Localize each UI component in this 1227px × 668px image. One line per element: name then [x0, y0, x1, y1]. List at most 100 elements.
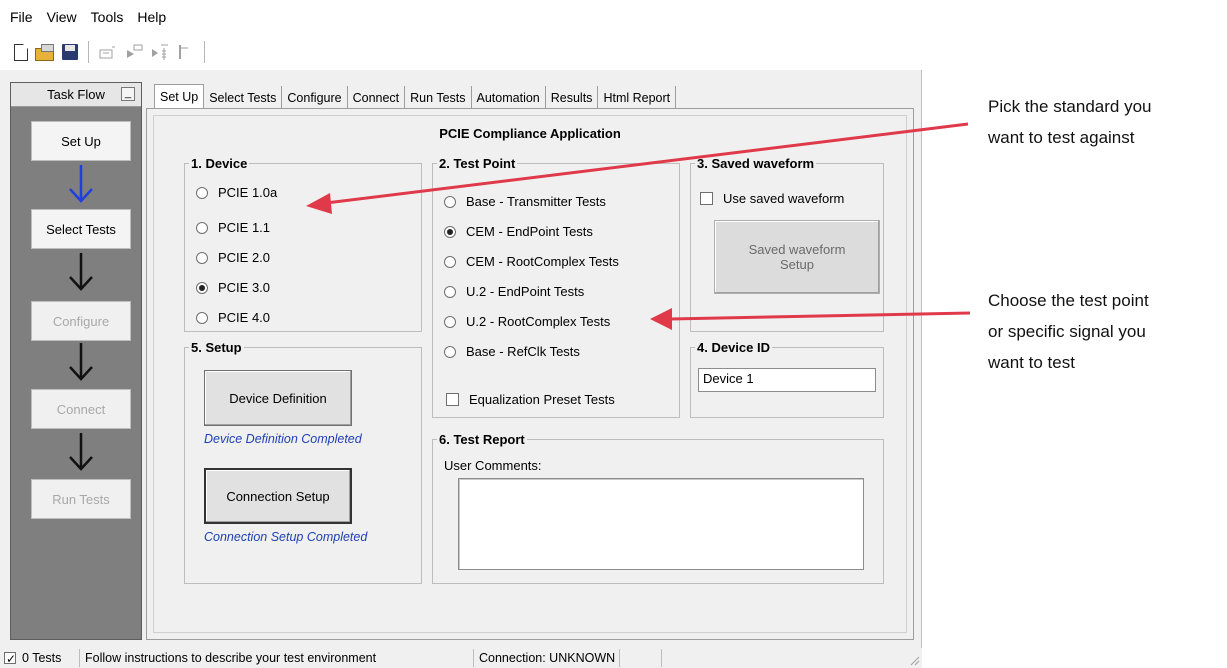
device-id-input[interactable]: Device 1	[698, 368, 876, 392]
test-point-option[interactable]: Base - RefClk Tests	[444, 344, 580, 359]
radio-button[interactable]	[444, 195, 456, 208]
status-message: Follow instructions to describe your tes…	[80, 649, 474, 667]
run-icon[interactable]	[98, 42, 118, 62]
app-window: File View Tools Help Task Flow _ Set Up	[0, 0, 922, 668]
test-point-option[interactable]: CEM - RootComplex Tests	[444, 254, 619, 269]
user-comments-textarea[interactable]	[458, 478, 864, 570]
menu-view[interactable]: View	[47, 7, 77, 27]
device-option-pcie-3-0[interactable]: PCIE 3.0	[196, 280, 270, 295]
radio-button[interactable]	[444, 285, 456, 298]
test-point-option[interactable]: U.2 - EndPoint Tests	[444, 284, 584, 299]
down-arrow-icon	[69, 253, 93, 291]
setup-tab-panel: PCIE Compliance Application 1. Device PC…	[146, 108, 914, 640]
radio-button[interactable]	[196, 221, 208, 234]
checkbox[interactable]	[446, 393, 459, 406]
radio-label: U.2 - EndPoint Tests	[466, 284, 585, 299]
device-definition-status: Device Definition Completed	[204, 432, 362, 446]
checkbox-label: Equalization Preset Tests	[469, 392, 615, 407]
toolbar-separator	[204, 41, 206, 63]
callout-line: want to test against	[988, 128, 1135, 147]
stop-icon[interactable]	[176, 42, 196, 62]
taskflow-step-set-up[interactable]: Set Up	[31, 121, 131, 161]
radio-label: PCIE 3.0	[218, 280, 271, 295]
radio-label: PCIE 1.1	[218, 220, 271, 235]
callout-line: or specific signal you	[988, 322, 1146, 341]
device-group: 1. Device	[184, 156, 422, 332]
radio-button[interactable]	[196, 186, 208, 199]
user-comments-label: User Comments:	[444, 458, 542, 473]
radio-label: U.2 - RootComplex Tests	[466, 314, 611, 329]
test-point-option[interactable]: Base - Transmitter Tests	[444, 194, 606, 209]
tab-run-tests[interactable]: Run Tests	[405, 86, 472, 110]
task-flow-title: Task Flow	[47, 87, 105, 102]
radio-button-selected[interactable]	[196, 281, 208, 294]
checkbox-checked[interactable]	[4, 650, 16, 668]
minimize-button[interactable]: _	[121, 87, 135, 101]
device-definition-button[interactable]: Device Definition	[204, 370, 352, 426]
saved-waveform-legend: 3. Saved waveform	[697, 156, 815, 171]
saved-waveform-setup-button[interactable]: Saved waveform Setup	[714, 220, 880, 294]
sequence-icon[interactable]	[150, 42, 170, 62]
test-point-legend: 2. Test Point	[439, 156, 516, 171]
tab-html-report[interactable]: Html Report	[598, 86, 677, 110]
callout-line: want to test	[988, 353, 1075, 372]
connection-setup-button[interactable]: Connection Setup	[204, 468, 352, 524]
radio-label: PCIE 1.0a	[218, 185, 278, 200]
checkbox[interactable]	[700, 192, 713, 205]
use-saved-waveform-checkbox[interactable]: Use saved waveform	[700, 191, 844, 206]
radio-button[interactable]	[196, 251, 208, 264]
device-option-pcie-4-0[interactable]: PCIE 4.0	[196, 310, 270, 325]
device-option-pcie-1-1[interactable]: PCIE 1.1	[196, 220, 270, 235]
radio-button[interactable]	[196, 311, 208, 324]
test-point-option[interactable]: U.2 - RootComplex Tests	[444, 314, 610, 329]
page-title: PCIE Compliance Application	[439, 126, 621, 141]
open-folder-icon[interactable]	[34, 42, 54, 62]
radio-label: CEM - RootComplex Tests	[466, 254, 619, 269]
device-option-pcie-2-0[interactable]: PCIE 2.0	[196, 250, 270, 265]
new-file-icon[interactable]	[14, 44, 28, 61]
task-flow-panel: Task Flow _ Set Up Select Tests Configur…	[10, 82, 142, 640]
taskflow-step-run-tests[interactable]: Run Tests	[31, 479, 131, 519]
radio-button[interactable]	[444, 255, 456, 268]
down-arrow-icon	[69, 433, 93, 471]
device-id-legend: 4. Device ID	[697, 340, 770, 355]
tests-count[interactable]: 0 Tests	[0, 649, 80, 668]
setup-legend: 5. Setup	[191, 340, 242, 355]
blue-down-arrow-icon	[69, 165, 93, 203]
step-icon[interactable]	[124, 42, 144, 62]
menu-tools[interactable]: Tools	[91, 7, 124, 27]
toolbar	[0, 34, 922, 70]
callout-line: Choose the test point	[988, 291, 1149, 310]
resize-grip-icon[interactable]	[908, 654, 920, 666]
tab-connect[interactable]: Connect	[347, 86, 406, 110]
test-report-legend: 6. Test Report	[439, 432, 525, 447]
callout-line: Pick the standard you	[988, 97, 1152, 116]
menu-help[interactable]: Help	[137, 7, 166, 27]
task-flow-header: Task Flow _	[11, 83, 141, 107]
tab-results[interactable]: Results	[545, 86, 599, 110]
test-point-option[interactable]: CEM - EndPoint Tests	[444, 224, 593, 239]
device-option-pcie-1-0a[interactable]: PCIE 1.0a	[196, 185, 277, 200]
checkbox-label: Use saved waveform	[723, 191, 845, 206]
equalization-preset-checkbox[interactable]: Equalization Preset Tests	[446, 392, 615, 407]
taskflow-step-select-tests[interactable]: Select Tests	[31, 209, 131, 249]
connection-status: Connection: UNKNOWN	[474, 649, 620, 667]
radio-label: CEM - EndPoint Tests	[466, 224, 593, 239]
radio-button-selected[interactable]	[444, 225, 456, 238]
radio-button[interactable]	[444, 345, 456, 358]
setup-content: PCIE Compliance Application 1. Device PC…	[153, 115, 907, 633]
taskflow-step-configure[interactable]: Configure	[31, 301, 131, 341]
status-extra	[620, 649, 662, 667]
tab-set-up[interactable]: Set Up	[154, 84, 205, 110]
status-bar: 0 Tests Follow instructions to describe …	[0, 648, 922, 668]
tab-configure[interactable]: Configure	[282, 86, 348, 110]
tab-bar: Set Up Select Tests Configure Connect Ru…	[154, 84, 677, 110]
taskflow-step-connect[interactable]: Connect	[31, 389, 131, 429]
save-icon[interactable]	[60, 42, 80, 62]
toolbar-separator	[88, 41, 90, 63]
tab-select-tests[interactable]: Select Tests	[204, 86, 283, 110]
down-arrow-icon	[69, 343, 93, 381]
radio-button[interactable]	[444, 315, 456, 328]
menu-file[interactable]: File	[10, 7, 33, 27]
tab-automation[interactable]: Automation	[471, 86, 546, 110]
